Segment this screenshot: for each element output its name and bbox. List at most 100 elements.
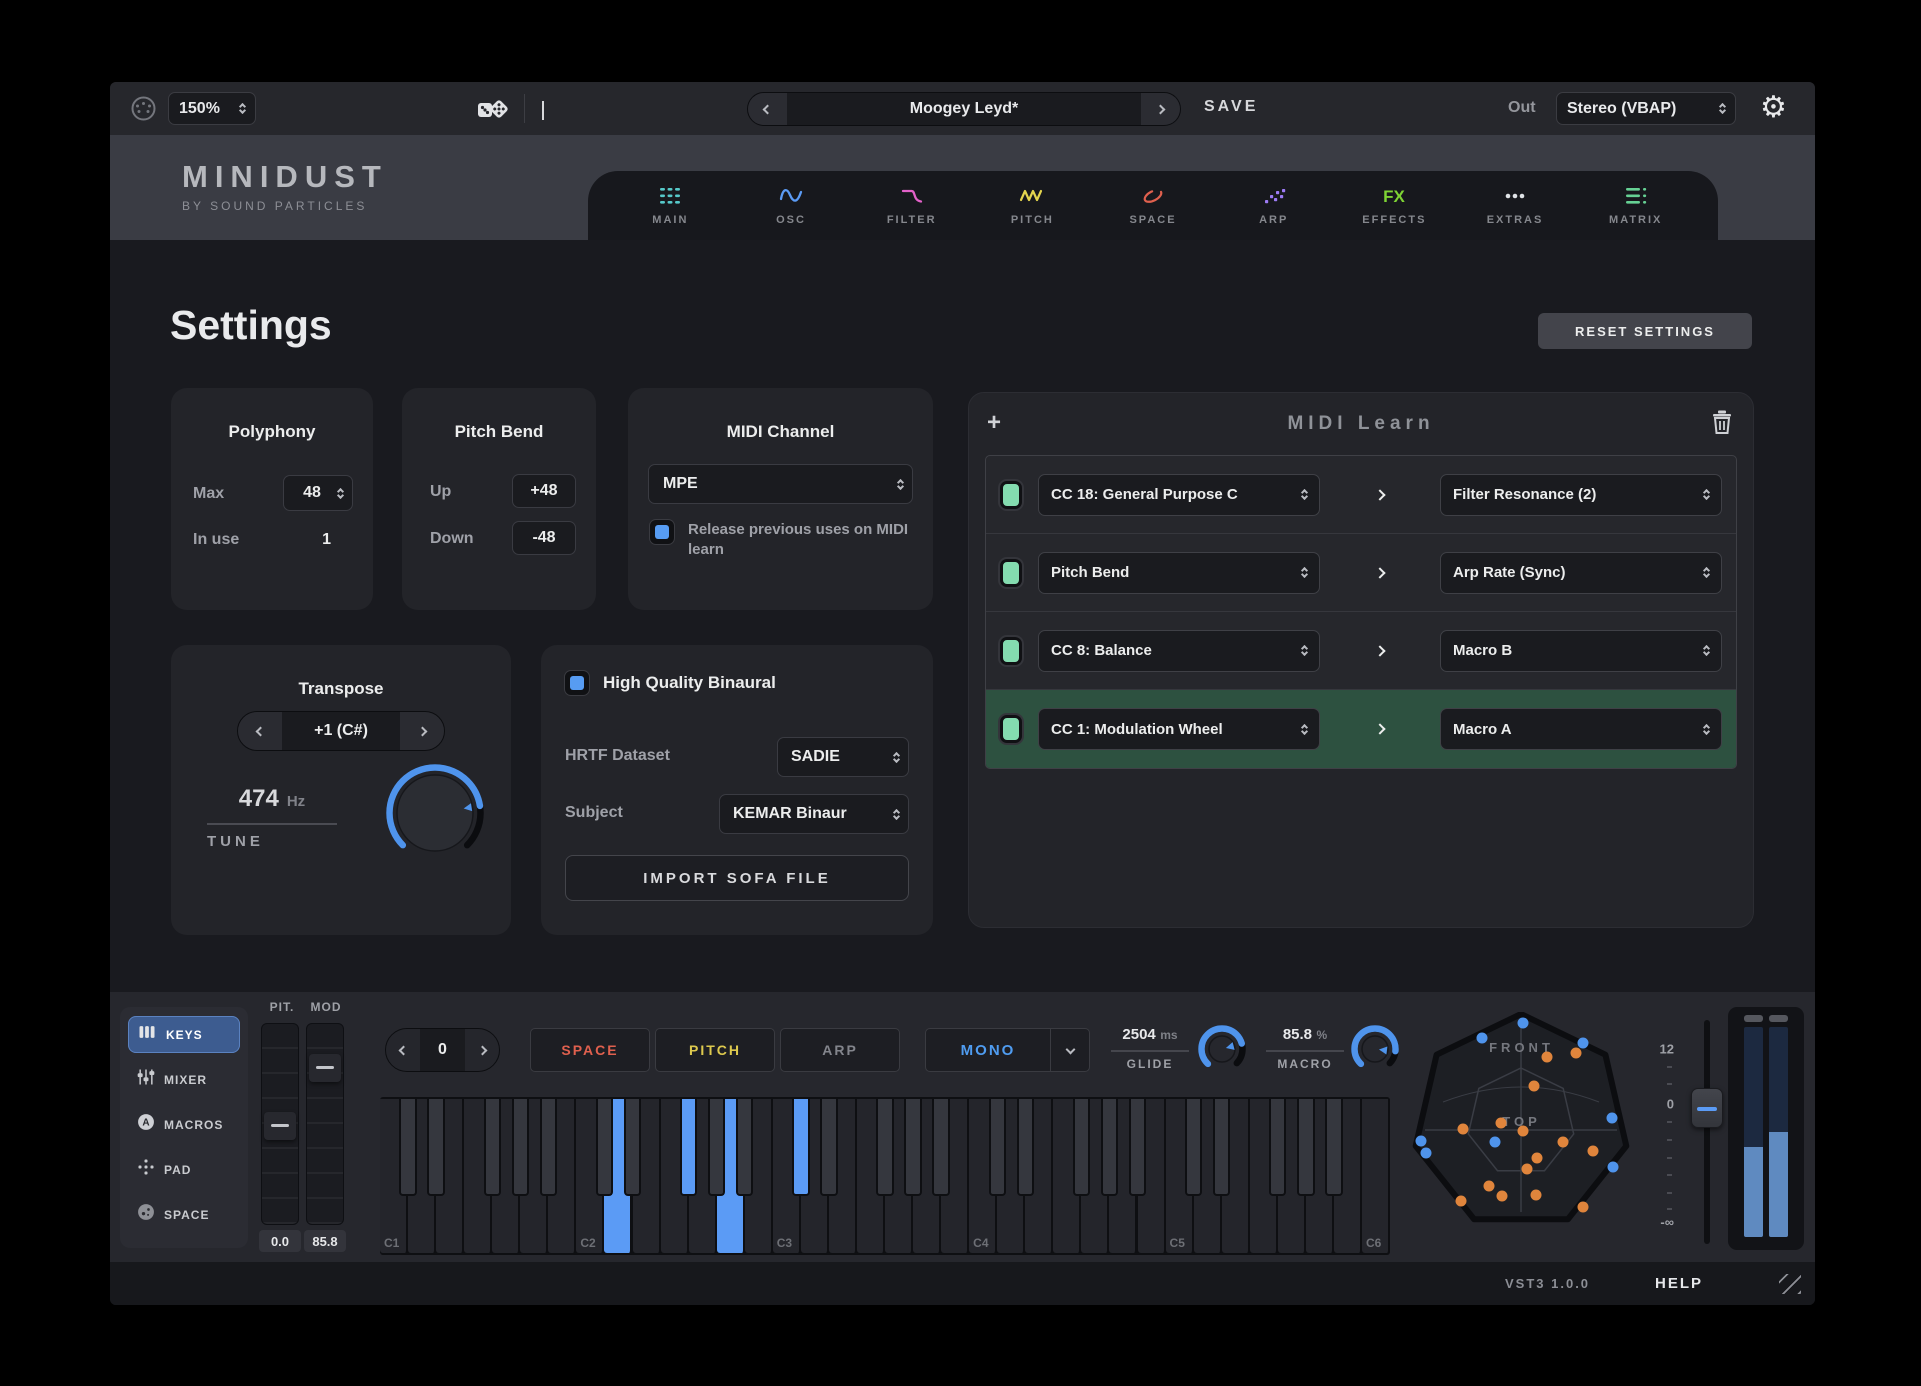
midi-source-select[interactable]: CC 1: Modulation Wheel: [1038, 708, 1320, 750]
transpose-next-button[interactable]: [400, 712, 444, 750]
black-key-C#2[interactable]: [596, 1099, 613, 1196]
tab-arp[interactable]: ARP: [1213, 171, 1334, 240]
tab-osc[interactable]: OSC: [731, 171, 852, 240]
release-previous-checkbox[interactable]: [650, 520, 674, 544]
tab-pitch[interactable]: PITCH: [972, 171, 1093, 240]
black-key-D#1[interactable]: [427, 1099, 444, 1196]
midi-learn-enable-toggle[interactable]: [1000, 481, 1022, 509]
trash-icon[interactable]: [1711, 409, 1733, 435]
subject-select[interactable]: KEMAR Binaur: [719, 794, 909, 834]
midi-target-select[interactable]: Filter Resonance (2): [1440, 474, 1722, 516]
black-key-G#2[interactable]: [708, 1099, 725, 1196]
midi-learn-enable-toggle[interactable]: [1000, 715, 1022, 743]
black-key-F#5[interactable]: [1269, 1099, 1286, 1196]
black-key-F#2[interactable]: [680, 1099, 697, 1196]
output-format-select[interactable]: Stereo (VBAP): [1556, 92, 1736, 125]
midi-learn-enable-toggle[interactable]: [1000, 637, 1022, 665]
macro-knob[interactable]: [1350, 1024, 1400, 1079]
black-key-F#4[interactable]: [1073, 1099, 1090, 1196]
random-menu-caret[interactable]: [542, 101, 544, 119]
tab-filter[interactable]: FILTER: [851, 171, 972, 240]
max-voices-select[interactable]: 48: [283, 475, 353, 511]
pitch-wheel[interactable]: [261, 1023, 299, 1225]
midi-learn-enable-toggle[interactable]: [1000, 559, 1022, 587]
tab-extras[interactable]: EXTRAS: [1455, 171, 1576, 240]
black-key-C#3[interactable]: [792, 1099, 809, 1196]
space-visualizer[interactable]: FRONT TOP: [1403, 1012, 1640, 1232]
save-button[interactable]: SAVE: [1204, 98, 1258, 116]
midi-source-select[interactable]: CC 8: Balance: [1038, 630, 1320, 672]
midi-din-icon[interactable]: [130, 95, 157, 122]
volume-slider-handle[interactable]: [1691, 1088, 1723, 1128]
black-key-A#3[interactable]: [932, 1099, 949, 1196]
midi-learn-row[interactable]: CC 8: Balance Macro B: [986, 612, 1736, 690]
black-key-C#5[interactable]: [1185, 1099, 1202, 1196]
black-key-G#3[interactable]: [904, 1099, 921, 1196]
tab-matrix[interactable]: MATRIX: [1575, 171, 1696, 240]
zoom-stepper[interactable]: [240, 104, 245, 113]
mode-button-space[interactable]: SPACE: [530, 1028, 650, 1072]
midi-learn-row[interactable]: CC 1: Modulation Wheel Macro A: [986, 690, 1736, 768]
bend-up-field[interactable]: +48: [512, 474, 576, 508]
sidebar-item-space[interactable]: SPACE: [128, 1196, 240, 1233]
reset-settings-button[interactable]: RESET SETTINGS: [1538, 313, 1752, 349]
high-quality-binaural-checkbox[interactable]: [565, 671, 589, 695]
import-sofa-button[interactable]: IMPORT SOFA FILE: [565, 855, 909, 901]
bend-down-field[interactable]: -48: [512, 521, 576, 555]
glide-value[interactable]: 2504: [1122, 1026, 1155, 1043]
voice-mode-select[interactable]: MONO: [925, 1028, 1090, 1072]
mode-button-arp[interactable]: ARP: [780, 1028, 900, 1072]
sidebar-item-mixer[interactable]: MIXER: [128, 1061, 240, 1098]
midi-source-select[interactable]: CC 18: General Purpose C: [1038, 474, 1320, 516]
transpose-value[interactable]: +1 (C#): [282, 712, 400, 750]
black-key-D#4[interactable]: [1017, 1099, 1034, 1196]
midi-source-select[interactable]: Pitch Bend: [1038, 552, 1320, 594]
tab-space[interactable]: SPACE: [1093, 171, 1214, 240]
tune-knob[interactable]: [385, 763, 485, 868]
glide-knob[interactable]: [1197, 1024, 1247, 1079]
black-key-A#1[interactable]: [540, 1099, 557, 1196]
tab-effects[interactable]: FX EFFECTS: [1334, 171, 1455, 240]
black-key-A#4[interactable]: [1129, 1099, 1146, 1196]
black-key-D#3[interactable]: [820, 1099, 837, 1196]
randomize-dice-icon[interactable]: [476, 96, 510, 122]
black-key-G#1[interactable]: [512, 1099, 529, 1196]
settings-gear-icon[interactable]: ⚙: [1760, 90, 1787, 125]
black-key-G#5[interactable]: [1297, 1099, 1314, 1196]
black-key-C#4[interactable]: [989, 1099, 1006, 1196]
sidebar-item-macros[interactable]: A MACROS: [128, 1106, 240, 1143]
tune-value[interactable]: 474: [239, 785, 279, 813]
midi-target-select[interactable]: Macro B: [1440, 630, 1722, 672]
black-key-D#2[interactable]: [624, 1099, 641, 1196]
macro-value[interactable]: 85.8: [1283, 1026, 1312, 1043]
mode-button-pitch[interactable]: PITCH: [655, 1028, 775, 1072]
transpose-prev-button[interactable]: [238, 712, 282, 750]
black-key-A#5[interactable]: [1325, 1099, 1342, 1196]
black-key-F#1[interactable]: [484, 1099, 501, 1196]
midi-target-select[interactable]: Arp Rate (Sync): [1440, 552, 1722, 594]
midi-channel-select[interactable]: MPE: [648, 464, 913, 504]
resize-handle[interactable]: [1779, 1274, 1801, 1294]
black-key-A#2[interactable]: [736, 1099, 753, 1196]
black-key-D#5[interactable]: [1213, 1099, 1230, 1196]
midi-target-select[interactable]: Macro A: [1440, 708, 1722, 750]
octave-up-button[interactable]: [465, 1029, 499, 1071]
sidebar-item-keys[interactable]: KEYS: [128, 1016, 240, 1053]
help-button[interactable]: HELP: [1655, 1275, 1703, 1292]
zoom-selector[interactable]: 150%: [168, 92, 256, 125]
black-key-C#1[interactable]: [399, 1099, 416, 1196]
volume-slider-track[interactable]: [1704, 1020, 1710, 1244]
black-key-F#3[interactable]: [876, 1099, 893, 1196]
hrtf-dataset-select[interactable]: SADIE: [777, 737, 909, 777]
mod-wheel[interactable]: [306, 1023, 344, 1225]
midi-learn-row[interactable]: CC 18: General Purpose C Filter Resonanc…: [986, 456, 1736, 534]
sidebar-item-pad[interactable]: PAD: [128, 1151, 240, 1188]
tab-main[interactable]: MAIN: [610, 171, 731, 240]
white-key-C6[interactable]: C6: [1362, 1099, 1390, 1253]
preset-name[interactable]: Moogey Leyd*: [787, 93, 1141, 125]
black-key-G#4[interactable]: [1101, 1099, 1118, 1196]
preset-prev-button[interactable]: [748, 93, 787, 125]
preset-next-button[interactable]: [1141, 93, 1180, 125]
midi-learn-row[interactable]: Pitch Bend Arp Rate (Sync): [986, 534, 1736, 612]
octave-down-button[interactable]: [386, 1029, 420, 1071]
